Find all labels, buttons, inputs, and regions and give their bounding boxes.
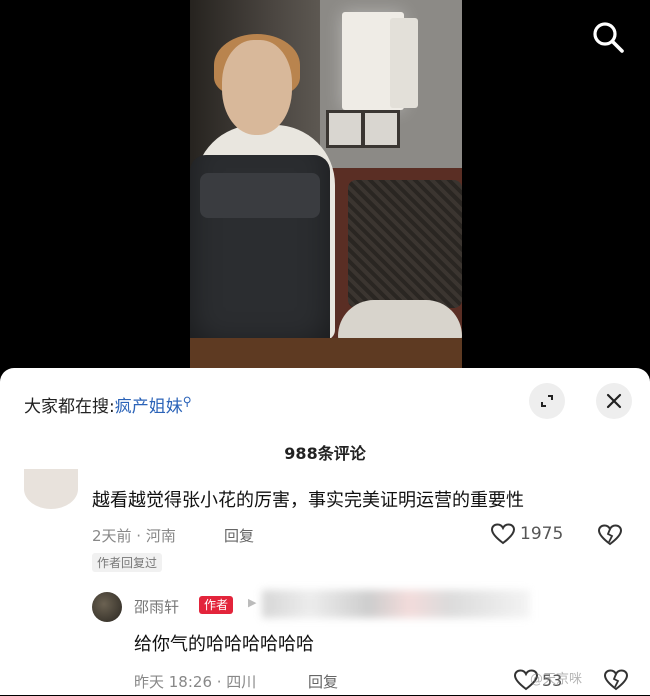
trending-link[interactable]: 疯产姐妹: [115, 397, 183, 417]
comment-time-location: 2天前 · 河南: [92, 527, 176, 545]
trending-label: 大家都在搜:: [24, 397, 115, 417]
reply-text: 给你气的哈哈哈哈哈哈: [134, 634, 314, 655]
video-player[interactable]: [0, 0, 650, 368]
heart-icon: [490, 523, 516, 545]
search-button[interactable]: [589, 18, 627, 56]
broken-heart-icon: [603, 669, 629, 691]
watermark: @天京咪: [530, 672, 583, 687]
reply-time-location: 昨天 18:26 · 四川: [134, 673, 257, 691]
close-button[interactable]: [596, 383, 632, 419]
reply-avatar[interactable]: [92, 592, 122, 622]
reply-button[interactable]: 回复: [308, 671, 338, 692]
table: [190, 338, 462, 368]
reply-to-arrow-icon: ▶: [248, 596, 257, 609]
reply-username[interactable]: 邵雨轩: [134, 596, 179, 617]
expand-icon: [541, 395, 553, 407]
author-replied-badge: 作者回复过: [92, 553, 163, 572]
lamp-shade: [390, 18, 418, 108]
wall-picture: [326, 110, 364, 148]
person-face: [222, 40, 292, 135]
video-frame: [190, 0, 462, 368]
comment-text: 越看越觉得张小花的厉害，事实完美证明运营的重要性: [92, 490, 524, 511]
comment-count: 988条评论: [284, 444, 366, 463]
dislike-button[interactable]: [603, 668, 629, 696]
expand-button[interactable]: [529, 383, 565, 419]
rattan-chair: [348, 180, 462, 308]
reply-button[interactable]: 回复: [224, 525, 254, 546]
wall-picture: [362, 110, 400, 148]
backpack: [190, 155, 330, 365]
author-tag: 作者: [199, 596, 234, 614]
search-icon: [593, 22, 624, 53]
close-icon: [606, 393, 622, 409]
blurred-username: [262, 590, 530, 618]
comment-panel: 大家都在搜:疯产姐妹⚲ 988条评论 越看越觉得张小花的厉害，事实完美证明运营的…: [0, 368, 650, 695]
backpack-flap: [200, 173, 320, 218]
broken-heart-icon: [597, 524, 623, 546]
dislike-button[interactable]: [597, 523, 623, 551]
like-count: 1975: [520, 524, 564, 544]
like-button[interactable]: 1975: [490, 522, 563, 546]
trending-search: 大家都在搜:疯产姐妹⚲: [24, 392, 192, 417]
avatar[interactable]: [24, 469, 78, 509]
small-search-icon: ⚲: [182, 394, 192, 409]
